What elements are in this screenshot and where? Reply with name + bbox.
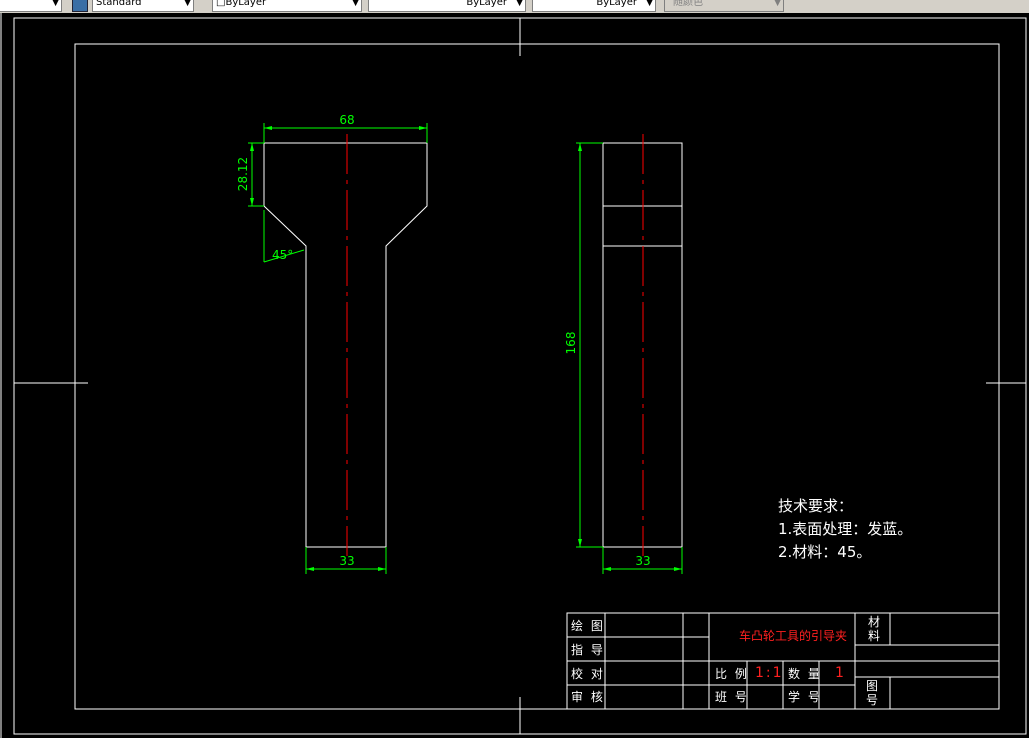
lineweight-value: ByLayer (596, 0, 637, 8)
dim-arrow (578, 539, 582, 547)
student-no-label: 学 号 (788, 690, 822, 704)
drawing-canvas[interactable]: 68 28.12 45° 33 168 33 技术要求： 1.表面处理：发蓝。 … (0, 13, 1029, 738)
chevron-down-icon: ▼ (52, 0, 59, 8)
reviewed-label: 审 核 (571, 690, 605, 704)
drawn-by-label: 绘 图 (571, 619, 605, 633)
dim-arrow (419, 126, 427, 130)
drawing-no-label: 图 号 (866, 679, 881, 707)
lineweight-dropdown[interactable]: ByLayer ▼ (532, 0, 656, 12)
dim-arrow (378, 567, 386, 571)
dim-arrow (674, 567, 682, 571)
text-style-value: Standard (96, 0, 142, 8)
drawing-frame (74, 43, 1000, 710)
dim-top-width-text: 68 (339, 113, 354, 127)
chevron-down-icon: ▼ (774, 0, 781, 8)
scale-value: 1:1 (755, 665, 784, 681)
color-value: ByLayer (225, 0, 267, 8)
dim-stem-width-text: 33 (339, 554, 354, 568)
properties-toolbar: ▼ Standard ▼ □ByLayer ▼ ByLayer ▼ ByLayer ▼ … (0, 0, 1029, 13)
checked-label: 校 对 (571, 667, 605, 681)
dim-arrow (603, 567, 611, 571)
dim-arrow (306, 567, 314, 571)
material-label: 材 料 (868, 615, 883, 643)
class-label: 班 号 (715, 690, 749, 704)
tech-requirement-item: 2.材料：45。 (778, 543, 872, 561)
chevron-down-icon: ▼ (516, 0, 523, 8)
dim-side-height-text: 168 (564, 332, 578, 355)
chevron-down-icon: ▼ (646, 0, 653, 8)
chevron-down-icon: ▼ (352, 0, 359, 8)
color-dropdown[interactable]: □ByLayer ▼ (212, 0, 362, 12)
instructor-label: 指 导 (571, 643, 605, 657)
front-view-outline (263, 142, 428, 548)
dim-arrow (578, 143, 582, 151)
plot-style-dropdown[interactable]: 随颜色 ▼ (664, 0, 784, 12)
tech-requirement-item: 1.表面处理：发蓝。 (778, 520, 913, 538)
text-style-icon[interactable] (72, 0, 88, 12)
previous-dropdown[interactable]: ▼ (0, 0, 62, 12)
dim-side-width-text: 33 (635, 554, 650, 568)
plot-style-value: 随颜色 (673, 0, 703, 8)
dim-chamfer-angle-text: 45° (272, 248, 293, 262)
linetype-value: ByLayer (466, 0, 507, 8)
quantity-label: 数 量 (788, 667, 822, 681)
dim-arrow (250, 198, 254, 206)
scale-label: 比 例 (715, 667, 749, 681)
dim-arrow (264, 126, 272, 130)
tech-requirements-title: 技术要求： (778, 497, 854, 515)
quantity-value: 1 (835, 665, 846, 681)
dim-head-height-text: 28.12 (236, 157, 250, 191)
text-style-dropdown[interactable]: Standard ▼ (92, 0, 194, 12)
chevron-down-icon: ▼ (184, 0, 191, 8)
part-name: 车凸轮工具的引导夹 (739, 629, 848, 643)
dim-arrow (250, 143, 254, 151)
linetype-dropdown[interactable]: ByLayer ▼ (368, 0, 526, 12)
